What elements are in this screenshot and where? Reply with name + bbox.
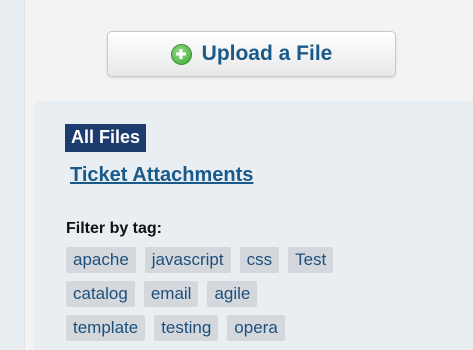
tag-agile[interactable]: agile: [207, 281, 258, 307]
upload-file-button[interactable]: Upload a File: [107, 31, 396, 77]
tag-row: catalog email agile: [66, 281, 466, 307]
nav-item-all-files[interactable]: All Files: [65, 124, 147, 152]
tag-template[interactable]: template: [66, 315, 146, 341]
tag-catalog[interactable]: catalog: [66, 281, 135, 307]
tag-apache[interactable]: apache: [66, 247, 136, 273]
tag-javascript[interactable]: javascript: [144, 247, 231, 273]
tag-email[interactable]: email: [143, 281, 199, 307]
plus-circle-icon: [170, 43, 192, 65]
tag-row: template testing opera: [66, 315, 466, 341]
nav-item-ticket-attachments[interactable]: Ticket Attachments: [70, 164, 253, 187]
upload-button-label: Upload a File: [201, 42, 333, 65]
tag-testing[interactable]: testing: [154, 315, 219, 341]
tag-css[interactable]: css: [239, 247, 280, 273]
tag-test[interactable]: Test: [288, 247, 334, 273]
filter-by-tag-heading: Filter by tag:: [66, 220, 163, 237]
tag-list: apache javascript css Test catalog email…: [66, 247, 466, 349]
tag-row: apache javascript css Test: [66, 247, 466, 273]
left-sidebar-edge: [0, 0, 25, 350]
tag-opera[interactable]: opera: [227, 315, 285, 341]
